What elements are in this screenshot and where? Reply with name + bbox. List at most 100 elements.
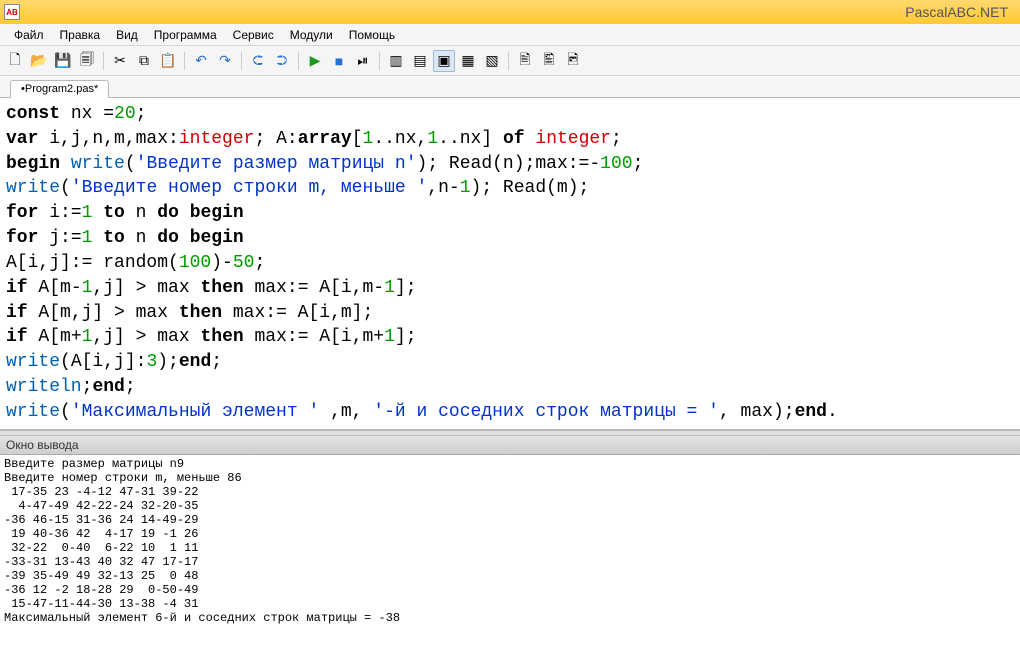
code-text: ,m, (319, 402, 373, 422)
type: integer (535, 129, 611, 149)
code-text: ; (254, 253, 265, 273)
saveall-icon[interactable]: 🗐 (76, 50, 98, 72)
code-text: nx = (60, 104, 114, 124)
code-text: ,n- (427, 178, 459, 198)
separator (103, 52, 104, 70)
window-icon[interactable]: ▣ (433, 50, 455, 72)
menu-view[interactable]: Вид (108, 26, 146, 44)
code-num: 1 (384, 327, 395, 347)
code-text (525, 129, 536, 149)
nav-back-icon[interactable]: ⮈ (247, 50, 269, 72)
app-title: PascalABC.NET (905, 4, 1016, 20)
code-num: 1 (82, 278, 93, 298)
code-text: n (125, 228, 157, 248)
code-str: 'Максимальный элемент ' (71, 402, 319, 422)
code-text: n (125, 203, 157, 223)
kw-array: array (298, 129, 352, 149)
code-editor[interactable]: const nx =20; var i,j,n,m,max:integer; A… (0, 98, 1020, 430)
code-text: A[m- (28, 278, 82, 298)
code-str: '-й и соседних строк матрицы = ' (373, 402, 719, 422)
code-num: 1 (82, 203, 93, 223)
menu-bar: Файл Правка Вид Программа Сервис Модули … (0, 24, 1020, 46)
menu-help[interactable]: Помощь (341, 26, 403, 44)
code-text: , max); (719, 402, 795, 422)
code-text: . (827, 402, 838, 422)
undo-icon[interactable]: ↶ (190, 50, 212, 72)
code-text: i,j,n,m,max: (38, 129, 178, 149)
code-text: ; (82, 377, 93, 397)
code-text (179, 228, 190, 248)
separator (241, 52, 242, 70)
code-num: 100 (600, 154, 632, 174)
separator (508, 52, 509, 70)
kw-begin: begin (190, 228, 244, 248)
code-text (92, 203, 103, 223)
title-bar: AB PascalABC.NET (0, 0, 1020, 24)
code-str: 'Введите размер матрицы n' (136, 154, 417, 174)
code-text: ); Read(m); (471, 178, 590, 198)
fn-write: write (71, 154, 125, 174)
window-icon[interactable]: ▧ (481, 50, 503, 72)
code-text: A[i,j]:= random( (6, 253, 179, 273)
redo-icon[interactable]: ↷ (214, 50, 236, 72)
code-num: 1 (82, 228, 93, 248)
menu-edit[interactable]: Правка (52, 26, 109, 44)
code-text: ; (611, 129, 622, 149)
kw-end: end (179, 352, 211, 372)
separator (379, 52, 380, 70)
code-num: 50 (233, 253, 255, 273)
window-icon[interactable]: ▤ (409, 50, 431, 72)
output-panel-title: Окно вывода (0, 436, 1020, 455)
cut-icon[interactable]: ✂ (109, 50, 131, 72)
tool-icon[interactable]: 🖹 (514, 50, 536, 72)
type: integer (179, 129, 255, 149)
code-num: 1 (82, 327, 93, 347)
code-num: 1 (363, 129, 374, 149)
kw-of: of (503, 129, 525, 149)
tab-strip: •Program2.pas* (0, 76, 1020, 98)
fn-write: write (6, 402, 60, 422)
kw-do: do (157, 228, 179, 248)
copy-icon[interactable]: ⧉ (133, 50, 155, 72)
output-panel[interactable]: Введите размер матрицы n9 Введите номер … (0, 455, 1020, 665)
menu-service[interactable]: Сервис (225, 26, 282, 44)
nav-fwd-icon[interactable]: ⮊ (271, 50, 293, 72)
new-icon[interactable]: 🗋 (4, 50, 26, 72)
code-str: 'Введите номер строки m, меньше ' (71, 178, 427, 198)
code-text: max:= A[i,m- (244, 278, 384, 298)
menu-file[interactable]: Файл (6, 26, 52, 44)
code-num: 1 (460, 178, 471, 198)
open-icon[interactable]: 📂 (28, 50, 50, 72)
code-text: ; A: (254, 129, 297, 149)
stop-icon[interactable]: ■ (328, 50, 350, 72)
code-text: ); Read(n);max:=- (417, 154, 601, 174)
kw-const: const (6, 104, 60, 124)
code-text (92, 228, 103, 248)
code-num: 1 (384, 278, 395, 298)
tab-program2[interactable]: •Program2.pas* (10, 80, 109, 98)
code-text: )- (211, 253, 233, 273)
toolbar: 🗋 📂 💾 🗐 ✂ ⧉ 📋 ↶ ↷ ⮈ ⮊ ▶ ■ ⏯ ▥ ▤ ▣ ▦ ▧ 🖹 … (0, 46, 1020, 76)
save-icon[interactable]: 💾 (52, 50, 74, 72)
kw-do: do (157, 203, 179, 223)
menu-program[interactable]: Программа (146, 26, 225, 44)
code-text: ..nx] (438, 129, 503, 149)
kw-to: to (103, 228, 125, 248)
kw-if: if (6, 327, 28, 347)
kw-for: for (6, 228, 38, 248)
window-icon[interactable]: ▦ (457, 50, 479, 72)
code-text: i:= (38, 203, 81, 223)
tool-icon[interactable]: 🖻 (562, 50, 584, 72)
run-icon[interactable]: ▶ (304, 50, 326, 72)
code-text: max:= A[i,m]; (222, 303, 373, 323)
code-text: ]; (395, 278, 417, 298)
code-text: A[m+ (28, 327, 82, 347)
app-icon: AB (4, 4, 20, 20)
paste-icon[interactable]: 📋 (157, 50, 179, 72)
step-icon[interactable]: ⏯ (352, 50, 374, 72)
menu-modules[interactable]: Модули (282, 26, 341, 44)
tool-icon[interactable]: 🖺 (538, 50, 560, 72)
window-icon[interactable]: ▥ (385, 50, 407, 72)
code-text: ; (211, 352, 222, 372)
code-text: max:= A[i,m+ (244, 327, 384, 347)
